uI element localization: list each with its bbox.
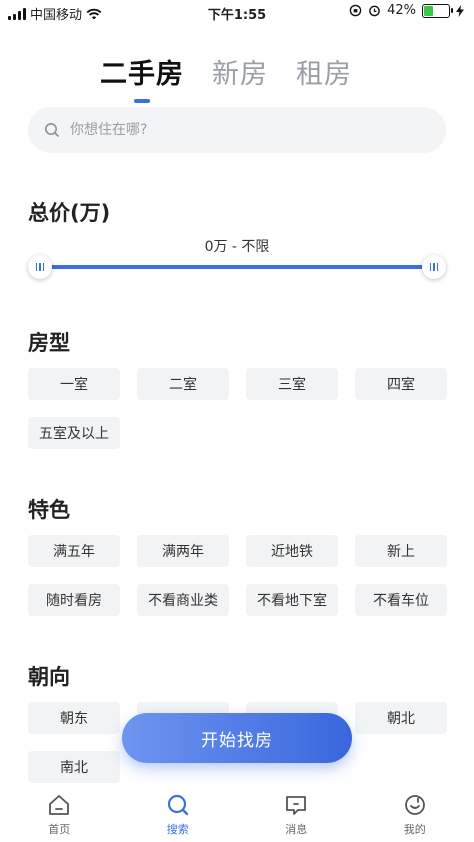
room-option-5-plus[interactable]: 五室及以上 <box>28 417 120 449</box>
room-type-options: 一室 二室 三室 四室 五室及以上 <box>28 368 448 449</box>
alarm-icon <box>369 5 380 17</box>
status-bar: 中国移动 下午1:55 42% <box>0 0 474 24</box>
nav-item-profile[interactable]: 我的 <box>356 786 474 842</box>
start-search-button[interactable]: 开始找房 <box>122 713 352 763</box>
grip-icon <box>35 263 45 271</box>
search-input[interactable] <box>68 121 412 139</box>
tab-new-homes[interactable]: 新房 <box>212 52 268 91</box>
status-right: 42% <box>349 3 464 18</box>
price-range-value: 0万 - 不限 <box>204 239 270 255</box>
search-bar[interactable] <box>28 107 446 153</box>
feature-options: 满五年 满两年 近地铁 新上 随时看房 不看商业类 不看地下室 不看车位 <box>28 535 448 616</box>
nav-label: 我的 <box>403 823 426 836</box>
price-slider-min-handle[interactable] <box>28 255 52 279</box>
rotation-lock-icon <box>349 4 362 17</box>
search-icon <box>167 794 188 816</box>
price-slider-max-handle[interactable] <box>422 255 446 279</box>
nav-label: 搜索 <box>166 823 189 836</box>
room-type-section-title: 房型 <box>28 331 70 355</box>
feature-option[interactable]: 不看地下室 <box>246 584 338 616</box>
tab-label: 租房 <box>296 59 352 90</box>
room-option-4[interactable]: 四室 <box>355 368 447 400</box>
nav-item-messages[interactable]: 消息 <box>237 786 356 842</box>
room-option-1[interactable]: 一室 <box>28 368 120 400</box>
home-icon <box>49 795 70 815</box>
battery-percent: 42% <box>387 3 416 18</box>
tab-second-hand[interactable]: 二手房 <box>100 52 184 103</box>
orientation-option[interactable]: 南北 <box>28 751 120 783</box>
tab-rentals[interactable]: 租房 <box>296 52 352 91</box>
price-slider-track <box>40 265 434 269</box>
room-option-2[interactable]: 二室 <box>137 368 229 400</box>
feature-option[interactable]: 不看车位 <box>355 584 447 616</box>
feature-option[interactable]: 不看商业类 <box>137 584 229 616</box>
feature-option[interactable]: 随时看房 <box>28 584 120 616</box>
tab-label: 新房 <box>212 59 268 90</box>
feature-option[interactable]: 满五年 <box>28 535 120 567</box>
feature-option[interactable]: 满两年 <box>137 535 229 567</box>
nav-item-search[interactable]: 搜索 <box>119 786 238 842</box>
battery-fill <box>424 5 434 16</box>
message-icon <box>286 796 307 815</box>
profile-icon <box>404 795 425 815</box>
nav-item-home[interactable]: 首页 <box>0 786 119 842</box>
charging-bolt-icon <box>456 4 464 17</box>
tab-label: 二手房 <box>100 59 184 90</box>
nav-label: 消息 <box>285 823 308 836</box>
price-section-title: 总价(万) <box>28 201 111 225</box>
room-option-3[interactable]: 三室 <box>246 368 338 400</box>
grip-icon <box>429 263 439 271</box>
feature-option[interactable]: 新上 <box>355 535 447 567</box>
orientation-option[interactable]: 朝东 <box>28 702 120 734</box>
nav-label: 首页 <box>48 823 71 836</box>
features-section-title: 特色 <box>28 498 70 522</box>
active-tab-indicator <box>134 99 150 103</box>
property-type-tabs: 二手房 新房 租房 <box>100 52 352 103</box>
search-icon <box>45 123 60 138</box>
feature-option[interactable]: 近地铁 <box>246 535 338 567</box>
battery-icon <box>422 3 453 18</box>
bottom-tab-bar: 首页 搜索 消息 我的 <box>0 786 474 842</box>
orientation-option[interactable]: 朝北 <box>355 702 447 734</box>
orientation-section-title: 朝向 <box>28 665 70 689</box>
